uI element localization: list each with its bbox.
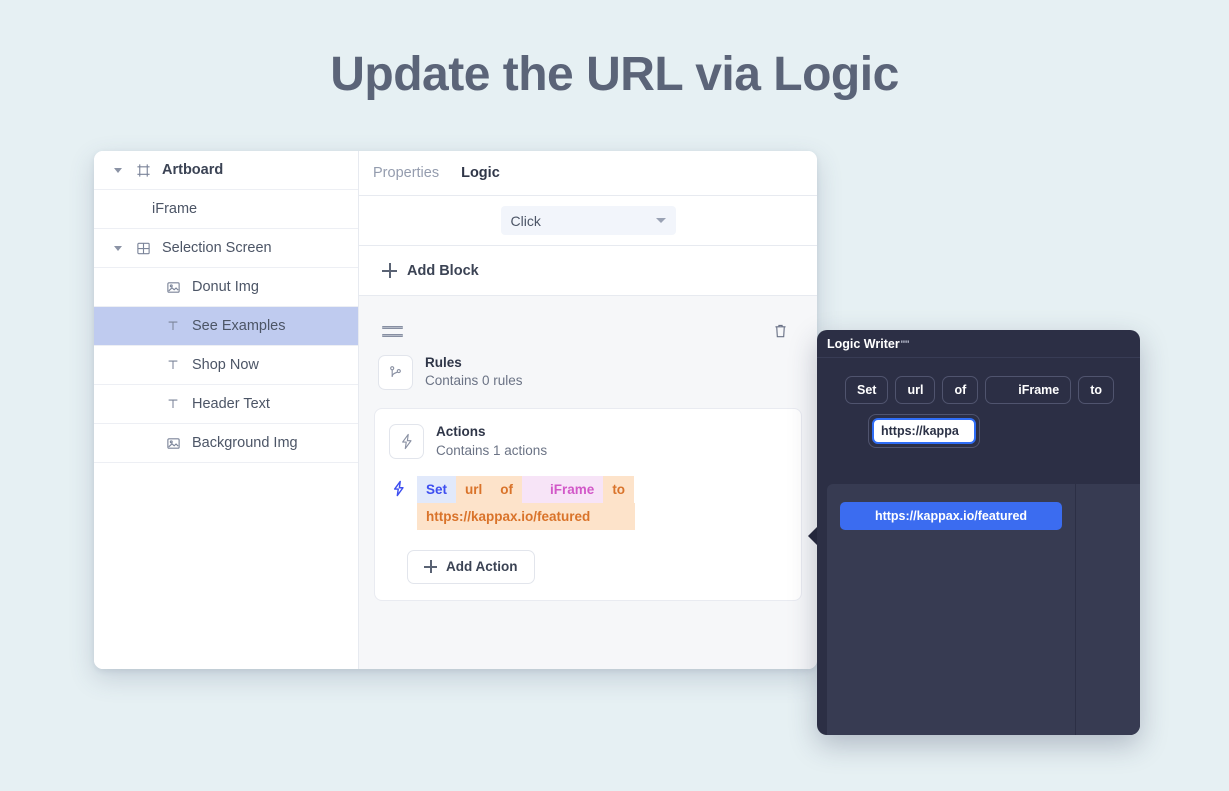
action-statement[interactable]: Set url of iFrame to https://kappax.io/f…: [385, 474, 789, 530]
logic-writer-body: Set url of iFrame to https://kappa: [817, 358, 1140, 448]
rules-title: Rules: [425, 355, 462, 370]
action-token-to[interactable]: to: [603, 475, 635, 503]
bolt-icon: [391, 480, 407, 502]
frame-icon: [134, 239, 152, 257]
suggestion-panel: https://kappax.io/featured: [827, 484, 1140, 735]
layers-sidebar: Artboard iFrame Selection Screen Donut I…: [94, 151, 359, 669]
suggestion-panel-divider: [1075, 484, 1076, 735]
block-toolbar: [374, 312, 802, 350]
trash-icon[interactable]: [773, 323, 788, 339]
sidebar-item-iframe[interactable]: iFrame: [94, 190, 358, 229]
writer-chip-row: Set url of iFrame to: [831, 376, 1126, 404]
trigger-bar: Click: [359, 196, 817, 246]
logic-block: Rules Contains 0 rules Actions Contains …: [374, 312, 802, 601]
chevron-down-icon[interactable]: [114, 165, 124, 175]
logic-writer-title-mark: '''': [900, 338, 910, 349]
add-block-label: Add Block: [407, 262, 479, 279]
sidebar-item-shop-now[interactable]: Shop Now: [94, 346, 358, 385]
writer-chip-set[interactable]: Set: [845, 376, 889, 404]
logic-writer-title-text: Logic Writer: [827, 336, 900, 351]
sidebar-item-header-text[interactable]: Header Text: [94, 385, 358, 424]
actions-subtitle: Contains 1 actions: [436, 442, 548, 458]
sidebar-item-label: Artboard: [162, 162, 224, 178]
action-token-of[interactable]: of: [491, 475, 523, 503]
artboard-icon: [134, 161, 152, 179]
chevron-down-icon[interactable]: [114, 243, 124, 253]
add-block-button[interactable]: Add Block: [359, 246, 817, 296]
sidebar-item-background-img[interactable]: Background Img: [94, 424, 358, 463]
block-area: Rules Contains 0 rules Actions Contains …: [359, 296, 817, 669]
chevron-down-icon: [655, 218, 666, 223]
page-title: Update the URL via Logic: [330, 48, 899, 101]
suggestion-item[interactable]: https://kappax.io/featured: [840, 502, 1062, 530]
action-token-iframe[interactable]: iFrame: [522, 475, 604, 503]
screenshot-root: Update the URL via Logic Artboard iFrame: [0, 0, 1229, 791]
text-icon: [164, 317, 182, 335]
sidebar-item-label: Selection Screen: [162, 240, 272, 256]
url-input-wrapper: https://kappa: [868, 414, 980, 448]
sidebar-item-label: Donut Img: [192, 279, 259, 295]
rules-section: Rules Contains 0 rules: [374, 350, 802, 404]
add-action-button[interactable]: Add Action: [407, 549, 535, 584]
actions-section: Actions Contains 1 actions: [385, 419, 789, 473]
logic-writer-title: Logic Writer '''': [817, 330, 1140, 358]
actions-title: Actions: [436, 424, 486, 440]
logic-pane: Properties Logic Click Add Block Rules C…: [359, 151, 817, 669]
image-icon: [164, 434, 182, 452]
tab-properties[interactable]: Properties: [373, 165, 439, 181]
bolt-icon: [389, 424, 424, 460]
sidebar-item-label: Shop Now: [192, 357, 259, 373]
writer-chip-url[interactable]: url: [895, 376, 936, 404]
action-token-value[interactable]: https://kappax.io/featured: [417, 502, 635, 530]
sidebar-item-see-examples[interactable]: See Examples: [94, 307, 358, 346]
plus-icon: [382, 263, 397, 278]
text-icon: [164, 395, 182, 413]
text-icon: [164, 356, 182, 374]
sidebar-item-donut-img[interactable]: Donut Img: [94, 268, 358, 307]
sidebar-item-label: Background Img: [192, 435, 298, 451]
writer-chip-to[interactable]: to: [1078, 376, 1115, 404]
actions-card: Actions Contains 1 actions Set url of iF…: [374, 408, 802, 601]
trigger-select[interactable]: Click: [500, 206, 676, 235]
writer-chip-iframe[interactable]: iFrame: [985, 376, 1072, 404]
action-token-url[interactable]: url: [456, 475, 492, 503]
drag-handle-icon[interactable]: [382, 325, 403, 337]
sidebar-item-label: See Examples: [192, 318, 286, 334]
plus-icon: [424, 560, 437, 574]
sidebar-item-artboard[interactable]: Artboard: [94, 151, 358, 190]
branch-icon: [378, 354, 413, 390]
add-action-label: Add Action: [446, 559, 518, 575]
sidebar-item-label: iFrame: [152, 201, 198, 217]
trigger-select-value: Click: [510, 212, 541, 229]
tab-logic[interactable]: Logic: [461, 165, 500, 181]
pane-tabs: Properties Logic: [359, 151, 817, 196]
image-icon: [164, 278, 182, 296]
editor-window: Artboard iFrame Selection Screen Donut I…: [94, 151, 817, 669]
sidebar-item-selection-screen[interactable]: Selection Screen: [94, 229, 358, 268]
action-token-set[interactable]: Set: [417, 475, 457, 503]
action-token-list: Set url of iFrame to https://kappax.io/f…: [417, 475, 635, 530]
writer-chip-of[interactable]: of: [942, 376, 979, 404]
url-input[interactable]: https://kappa: [872, 418, 976, 444]
sidebar-item-label: Header Text: [192, 396, 270, 412]
logic-writer-popup: Logic Writer '''' Set url of iFrame to ht…: [817, 330, 1140, 735]
rules-subtitle: Contains 0 rules: [425, 373, 523, 389]
